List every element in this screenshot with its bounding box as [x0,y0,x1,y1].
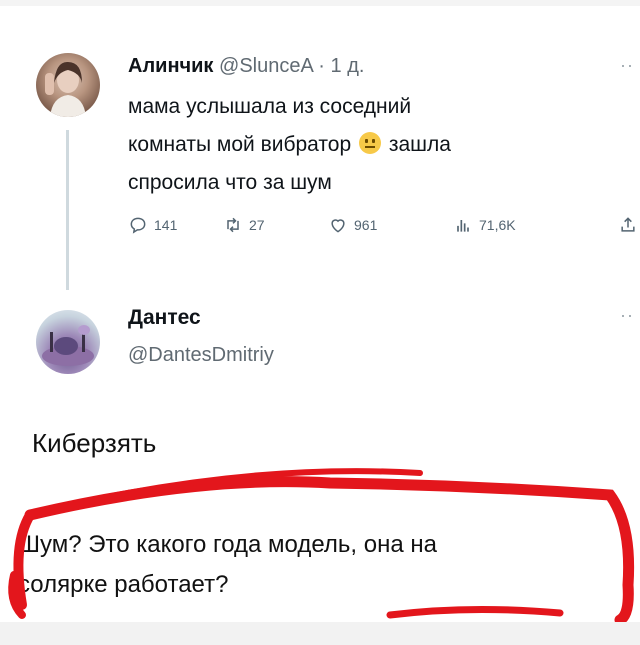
author-name[interactable]: Алинчик [128,55,213,77]
tweet-actions: 141 27 961 71,6K [128,215,640,241]
top-border [0,0,640,6]
tweet-text: мама услышала из соседний комнаты мой ви… [128,88,608,202]
reply-author-handle[interactable]: @DantesDmitriy [128,344,274,367]
heart-icon [331,219,345,233]
reply-button[interactable]: 141 [128,215,177,235]
reply-author-name[interactable]: Дантес [128,306,201,330]
retweet-count: 27 [249,217,265,233]
bottom-border [0,622,640,645]
comment-text: Шум? Это какого года модель, она на соля… [18,525,618,605]
avatar-photo [42,325,94,366]
reply-count: 141 [154,217,178,233]
tweet-text-line: мама услышала из соседний [128,95,412,118]
avatar[interactable] [36,53,100,117]
comment-line: Шум? Это какого года модель, она на [18,531,437,558]
like-button[interactable]: 961 [328,215,377,235]
tweet-header: Алинчик @SlunceA · 1 д. [128,55,364,78]
like-count: 961 [354,217,378,233]
avatar[interactable] [36,310,100,374]
views-count: 71,6K [479,217,516,233]
neutral-face-emoji-icon [358,132,381,154]
tweet-text-line: комнаты мой вибратор [128,133,352,156]
author-handle[interactable]: @SlunceA [219,55,313,77]
share-icon [621,217,635,232]
tweet-text-line: зашла [388,133,451,156]
views-button[interactable]: 71,6K [453,215,516,235]
tweet-text-line: спросила что за шум [128,171,332,194]
comment-author: Киберзять [32,428,157,458]
avatar-photo [45,61,86,117]
share-button[interactable] [618,215,638,235]
retweet-icon [227,217,239,233]
more-options-icon[interactable]: ·· [620,55,634,76]
thread-line [66,130,69,290]
more-options-icon[interactable]: ·· [620,305,634,326]
retweet-button[interactable]: 27 [223,215,265,235]
analytics-icon [457,220,469,232]
separator-dot: · [318,55,325,77]
reply-icon [130,217,146,234]
comment-line: солярке работает? [18,571,229,598]
tweet-time[interactable]: 1 д. [331,55,365,77]
